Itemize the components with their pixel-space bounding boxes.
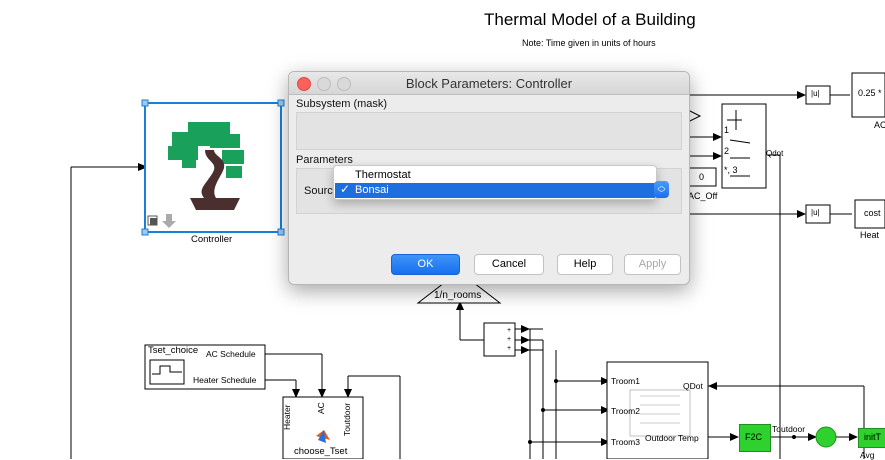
ac-schedule-label: AC Schedule (206, 349, 256, 359)
choose-tset-label[interactable]: choose_Tset (294, 446, 347, 457)
tset-choice-label[interactable]: Tset_choice (148, 345, 198, 356)
init-temp-label: initT (864, 432, 882, 442)
dialog-title: Block Parameters: Controller (405, 76, 573, 91)
option-bonsai[interactable]: ✓ Bonsai (335, 182, 655, 198)
troom1-port: Troom1 (611, 376, 640, 386)
ok-button[interactable]: OK (391, 254, 460, 275)
ac-off-label: AC_Off (688, 191, 718, 201)
mask-description-panel (296, 112, 682, 150)
heat-label: Heat (860, 230, 880, 240)
heater-schedule-label: Heater Schedule (193, 375, 257, 385)
checkmark-icon: ✓ (340, 182, 351, 196)
model-title: Thermal Model of a Building (484, 10, 696, 29)
fn-port-toutdoor: Toutdoor (342, 402, 352, 436)
switch-port-1: 1 (724, 125, 730, 135)
gain-ac-label[interactable]: 0.25 * (858, 88, 882, 98)
source-dropdown-menu[interactable]: Thermostat ✓ Bonsai (333, 165, 657, 200)
dropdown-stepper-icon[interactable]: ︿ ﹀ (654, 181, 669, 198)
controller-block[interactable] (145, 103, 281, 232)
ac-label: AC (874, 120, 885, 130)
troom2-port: Troom2 (611, 406, 640, 416)
abs-label-bottom[interactable]: |u| (811, 208, 820, 217)
switch-port-3: *, 3 (724, 165, 738, 175)
abs-label-top[interactable]: |u| (811, 89, 820, 98)
fn-port-heater: Heater (282, 404, 292, 430)
sum-signs: + + + (507, 327, 512, 352)
cancel-button[interactable]: Cancel (474, 254, 544, 275)
f2c-label: F2C (745, 432, 763, 442)
constant-value[interactable]: 0 (699, 172, 704, 182)
controller-label: Controller (191, 234, 233, 245)
mask-section-label: Subsystem (mask) (296, 98, 388, 110)
model-note: Note: Time given in units of hours (522, 38, 656, 48)
switch-port-2: 2 (724, 146, 730, 156)
toutdoor-signal-label: Toutdoor (772, 424, 806, 434)
option-bonsai-label: Bonsai (355, 184, 389, 196)
apply-button[interactable]: Apply (624, 254, 681, 275)
gain-n-rooms-label[interactable]: 1/n_rooms (434, 290, 481, 301)
troom3-port: Troom3 (611, 437, 640, 447)
fn-port-ac: AC (316, 402, 326, 414)
option-thermostat[interactable]: Thermostat (335, 168, 655, 183)
house-qdot-port: QDot (683, 381, 703, 391)
outdoor-temp-port: Outdoor Temp (645, 433, 699, 443)
dialog-titlebar[interactable]: Block Parameters: Controller (289, 72, 689, 95)
cost-label[interactable]: cost (864, 208, 881, 218)
help-button[interactable]: Help (557, 254, 613, 275)
switch-qdot-label: Qdot (766, 149, 784, 158)
